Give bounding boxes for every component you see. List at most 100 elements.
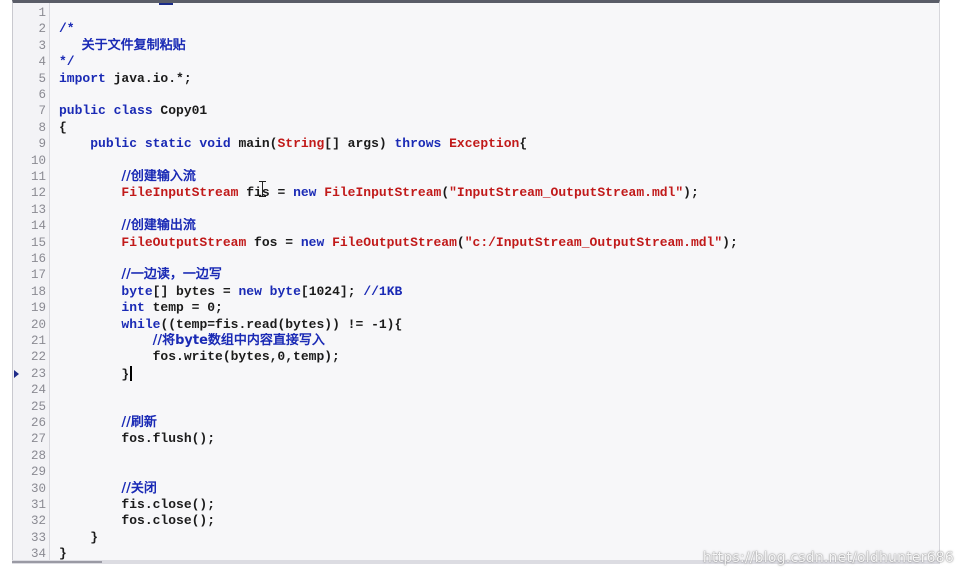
code-line[interactable]: 16 xyxy=(13,251,939,267)
code-line[interactable]: 7 public class Copy01 xyxy=(13,103,939,119)
code-text[interactable]: fos.close(); xyxy=(59,513,939,529)
code-text[interactable]: public static void main(String[] args) t… xyxy=(59,136,939,152)
code-token-plain: [1024]; xyxy=(300,283,364,299)
code-text[interactable]: } xyxy=(59,530,939,546)
horizontal-scrollbar-thumb[interactable] xyxy=(12,561,102,563)
code-line[interactable]: 18 byte[] bytes = new byte[1024]; //1KB xyxy=(13,284,939,300)
code-line[interactable]: 2 /* xyxy=(13,21,939,37)
line-number: 12 xyxy=(30,186,46,201)
code-text[interactable]: FileOutputStream fos = new FileOutputStr… xyxy=(59,235,939,251)
code-text[interactable]: //一边读，一边写 xyxy=(59,267,939,283)
code-line[interactable]: 19 int temp = 0; xyxy=(13,300,939,316)
code-line[interactable]: 5 import java.io.*; xyxy=(13,71,939,87)
code-line[interactable]: 25 xyxy=(13,399,939,415)
line-number: 27 xyxy=(30,432,46,447)
code-editor[interactable]: 1 2/* 3 关于文件复制粘贴 4 */5 import java.io.*; 6 7 pub… xyxy=(12,0,940,560)
code-text[interactable]: //将byte数组中内容直接写入 xyxy=(59,333,939,349)
code-line[interactable]: 33 } xyxy=(13,530,939,546)
code-text[interactable]: { xyxy=(59,120,939,136)
code-line[interactable]: 20 while((temp=fis.read(bytes)) != -1){ xyxy=(13,317,939,333)
code-text[interactable]: 关于文件复制粘贴 xyxy=(59,38,939,54)
line-number: 5 xyxy=(38,71,46,86)
code-text[interactable]: //关闭 xyxy=(59,481,939,497)
code-token-plain: Copy01 xyxy=(152,103,208,119)
code-text[interactable]: while((temp=fis.read(bytes)) != -1){ xyxy=(59,317,939,333)
code-line[interactable]: 4 */ xyxy=(13,54,939,70)
code-line[interactable]: 23 } xyxy=(13,365,939,383)
code-token-plain: fos.flush(); xyxy=(59,431,216,447)
code-line[interactable]: 11 //创建输入流 xyxy=(13,169,939,185)
code-token-str: "c:/InputStream_OutputStream.mdl" xyxy=(464,234,723,250)
code-line[interactable]: 12 FileInputStream fis = new FileInputSt… xyxy=(13,185,939,201)
line-number: 13 xyxy=(30,202,46,217)
line-number: 30 xyxy=(30,481,46,496)
code-line[interactable]: 14 //创建输出流 xyxy=(13,218,939,234)
line-number: 29 xyxy=(30,465,46,480)
code-text[interactable]: //创建输出流 xyxy=(59,218,939,234)
code-token-cmt: //一边读，一边写 xyxy=(121,267,222,283)
code-line[interactable]: 17 //一边读，一边写 xyxy=(13,267,939,283)
line-number: 1 xyxy=(38,6,46,20)
text-caret xyxy=(130,365,133,381)
code-token-cmt: //创建输入流 xyxy=(121,169,196,184)
code-token-kw: while xyxy=(121,316,161,332)
code-line[interactable]: 1 xyxy=(13,5,939,21)
code-token-cls: FileInputStream xyxy=(324,185,442,201)
line-number: 22 xyxy=(30,350,46,365)
line-number: 17 xyxy=(30,268,46,283)
code-line[interactable]: 30 //关闭 xyxy=(13,481,939,497)
code-text[interactable]: FileInputStream fis = new FileInputStrea… xyxy=(59,185,939,201)
code-line[interactable]: 32 fos.close(); xyxy=(13,513,939,529)
code-text[interactable]: int temp = 0; xyxy=(59,300,939,316)
code-line[interactable]: 8{ xyxy=(13,120,939,136)
code-line[interactable]: 27 fos.flush(); xyxy=(13,431,939,447)
line-number: 6 xyxy=(38,88,46,102)
code-text[interactable]: public class Copy01 xyxy=(59,103,939,119)
code-text[interactable]: //刷新 xyxy=(59,415,939,431)
code-line[interactable]: 29 xyxy=(13,464,939,480)
code-token-kw: byte xyxy=(121,283,153,299)
code-token-kw: new byte xyxy=(238,283,301,299)
code-text[interactable]: } xyxy=(59,365,939,383)
code-line[interactable]: 31 fis.close(); xyxy=(13,497,939,513)
code-line[interactable]: 9 public static void main(String[] args)… xyxy=(13,136,939,152)
code-token-plain: ( xyxy=(456,234,465,250)
code-line[interactable]: 6 xyxy=(13,87,939,103)
code-token-plain: { xyxy=(519,136,528,152)
line-number: 9 xyxy=(38,137,46,152)
code-text[interactable]: import java.io.*; xyxy=(59,71,939,87)
code-text[interactable]: /* xyxy=(59,21,939,37)
code-line[interactable]: 28 xyxy=(13,448,939,464)
code-token-cls: FileOutputStream xyxy=(121,234,247,250)
code-line[interactable]: 15 FileOutputStream fos = new FileOutput… xyxy=(13,235,939,251)
code-text[interactable]: fos.flush(); xyxy=(59,431,939,447)
code-line[interactable]: 24 xyxy=(13,382,939,398)
line-number: 15 xyxy=(30,235,46,250)
code-token-kw: int xyxy=(121,300,145,316)
code-text[interactable]: //创建输入流 xyxy=(59,169,939,185)
code-line[interactable]: 3 关于文件复制粘贴 xyxy=(13,38,939,54)
code-token-plain: ); xyxy=(683,185,699,201)
code-text[interactable]: */ xyxy=(59,54,939,70)
code-line[interactable]: 13 xyxy=(13,202,939,218)
code-token-kw: public class xyxy=(59,103,153,119)
code-text[interactable]: fos.write(bytes,0,temp); xyxy=(59,349,939,365)
code-token-cmt: //创建输出流 xyxy=(121,218,196,234)
code-text[interactable]: fis.close(); xyxy=(59,497,939,513)
code-line[interactable]: 22 fos.write(bytes,0,temp); xyxy=(13,349,939,365)
code-line[interactable]: 26 //刷新 xyxy=(13,415,939,431)
code-token-plain: temp = 0; xyxy=(144,300,223,316)
code-line[interactable]: 10 xyxy=(13,153,939,169)
code-token-cmt: //将byte数组中内容直接写入 xyxy=(152,333,325,348)
line-number: 34 xyxy=(30,547,46,560)
code-line[interactable]: 21 //将byte数组中内容直接写入 xyxy=(13,333,939,349)
line-number: 24 xyxy=(30,383,46,398)
code-text[interactable]: byte[] bytes = new byte[1024]; //1KB xyxy=(59,284,939,300)
code-token-plain: [] bytes = xyxy=(152,283,239,299)
line-number: 33 xyxy=(30,530,46,545)
